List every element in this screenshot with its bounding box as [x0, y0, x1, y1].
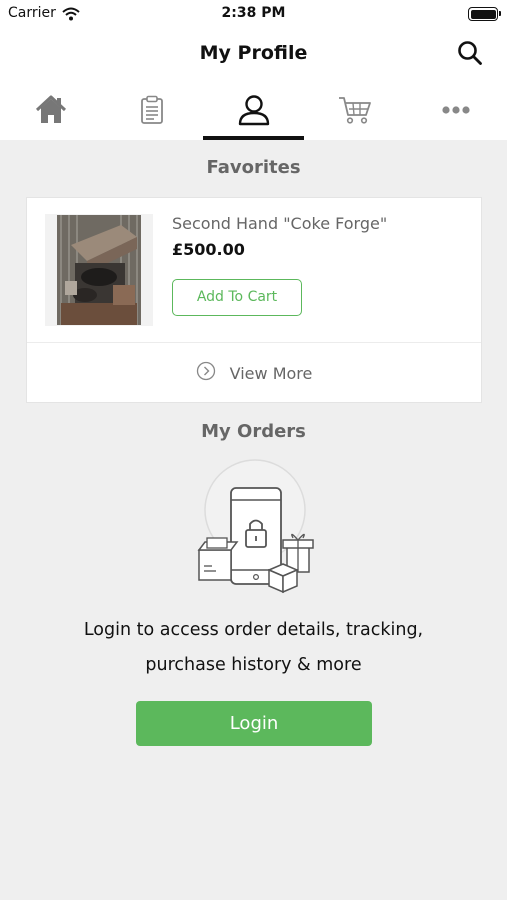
clipboard-icon — [140, 95, 164, 125]
favorites-title: Favorites — [206, 157, 301, 178]
tab-cart[interactable] — [304, 80, 405, 140]
tab-home[interactable] — [0, 80, 101, 140]
profile-icon — [237, 94, 271, 126]
tab-profile[interactable] — [202, 80, 305, 140]
status-time: 2:38 PM — [221, 5, 286, 21]
search-icon[interactable] — [457, 40, 483, 66]
status-bar: Carrier 2:38 PM — [0, 0, 507, 28]
orders-message-line-2: purchase history & more — [145, 655, 362, 675]
chevron-right-circle-icon — [196, 361, 216, 385]
login-button[interactable]: Login — [136, 701, 372, 746]
view-more-label: View More — [229, 363, 313, 383]
product-name[interactable]: Second Hand "Coke Forge" — [172, 214, 387, 233]
cart-icon — [338, 95, 372, 125]
product-price: £500.00 — [172, 240, 245, 259]
orders-message-line-1: Login to access order details, tracking, — [83, 620, 424, 640]
product-image[interactable] — [45, 214, 153, 326]
tab-bar — [0, 80, 507, 140]
battery-icon — [468, 7, 501, 21]
page-title: My Profile — [199, 42, 308, 64]
locked-phone-illustration — [193, 458, 317, 598]
tab-orders[interactable] — [101, 80, 202, 140]
orders-login-message: Login to access order details, tracking,… — [40, 613, 467, 683]
add-to-cart-button[interactable]: Add To Cart — [172, 279, 302, 316]
tab-more[interactable] — [406, 80, 507, 140]
favorites-card: Second Hand "Coke Forge" £500.00 Add To … — [26, 197, 482, 403]
home-icon — [35, 95, 67, 125]
orders-title: My Orders — [201, 421, 306, 442]
more-icon — [441, 105, 471, 115]
view-more-button[interactable]: View More — [27, 343, 481, 403]
nav-header: My Profile — [0, 28, 507, 80]
